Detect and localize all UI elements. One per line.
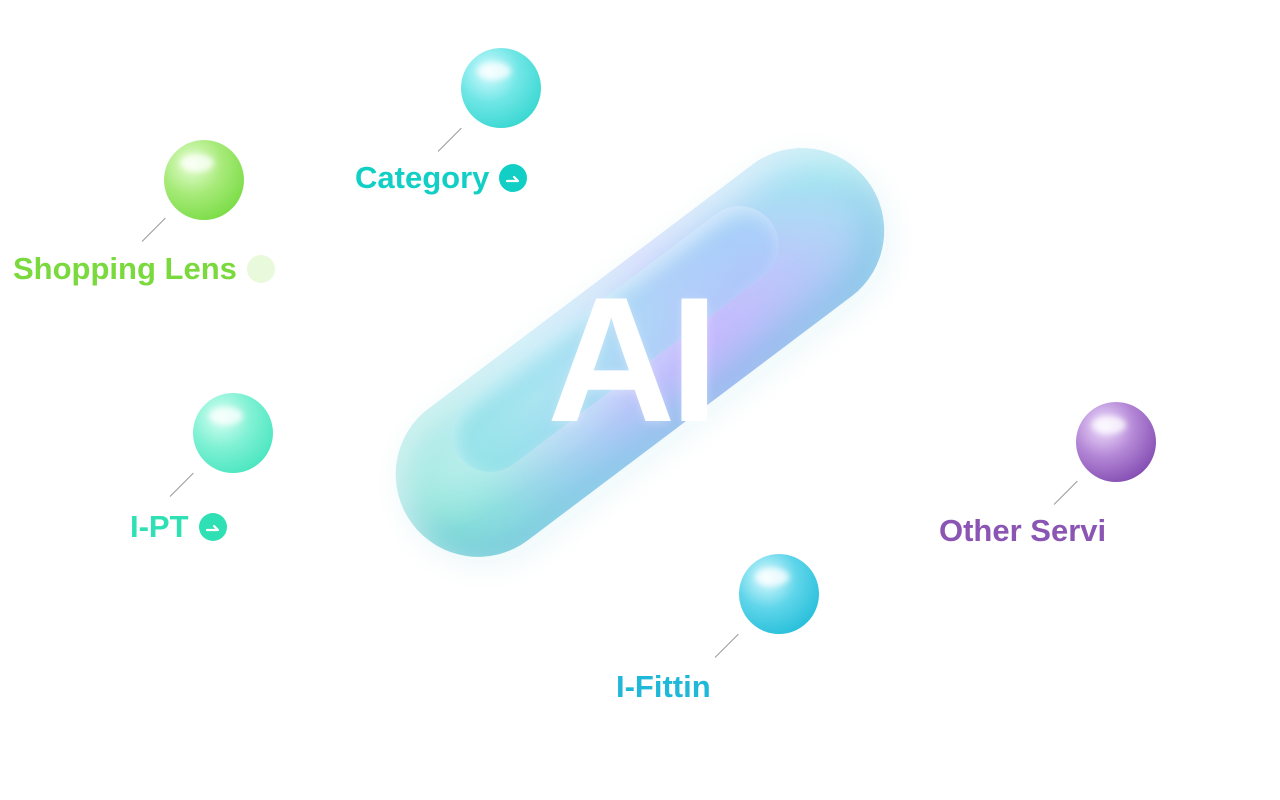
category-sphere-icon: [461, 48, 541, 128]
ipt-sphere-icon: [193, 393, 273, 473]
category-connector-line: [437, 127, 462, 152]
arrow-right-icon: [198, 513, 227, 541]
arrow-right-icon: [499, 164, 528, 192]
ai-center-title: AI: [547, 260, 719, 459]
other-services-sphere-icon: [1076, 402, 1156, 482]
ipt-link[interactable]: I-PT: [130, 509, 227, 545]
shopping-lens-sphere-icon: [164, 140, 244, 220]
ifitting-link[interactable]: I-Fittin: [616, 669, 711, 705]
ifitting-connector-line: [714, 633, 739, 658]
shopping-lens-link[interactable]: Shopping Lens: [13, 251, 275, 287]
arrow-right-icon: [246, 255, 275, 283]
shopping-lens-label: Shopping Lens: [13, 251, 237, 286]
ipt-label: I-PT: [130, 509, 189, 544]
ifitting-label: I-Fittin: [616, 669, 711, 704]
other-services-connector-line: [1053, 480, 1078, 505]
category-link[interactable]: Category: [355, 160, 528, 196]
other-services-link[interactable]: Other Servi: [939, 513, 1106, 549]
other-services-label: Other Servi: [939, 513, 1107, 548]
ifitting-sphere-icon: [739, 554, 819, 634]
ai-services-diagram: AI Category Shopping Lens I-PT Other Ser…: [0, 0, 1280, 800]
ipt-connector-line: [169, 472, 194, 497]
category-label: Category: [355, 160, 490, 195]
shopping-lens-connector-line: [141, 217, 166, 242]
